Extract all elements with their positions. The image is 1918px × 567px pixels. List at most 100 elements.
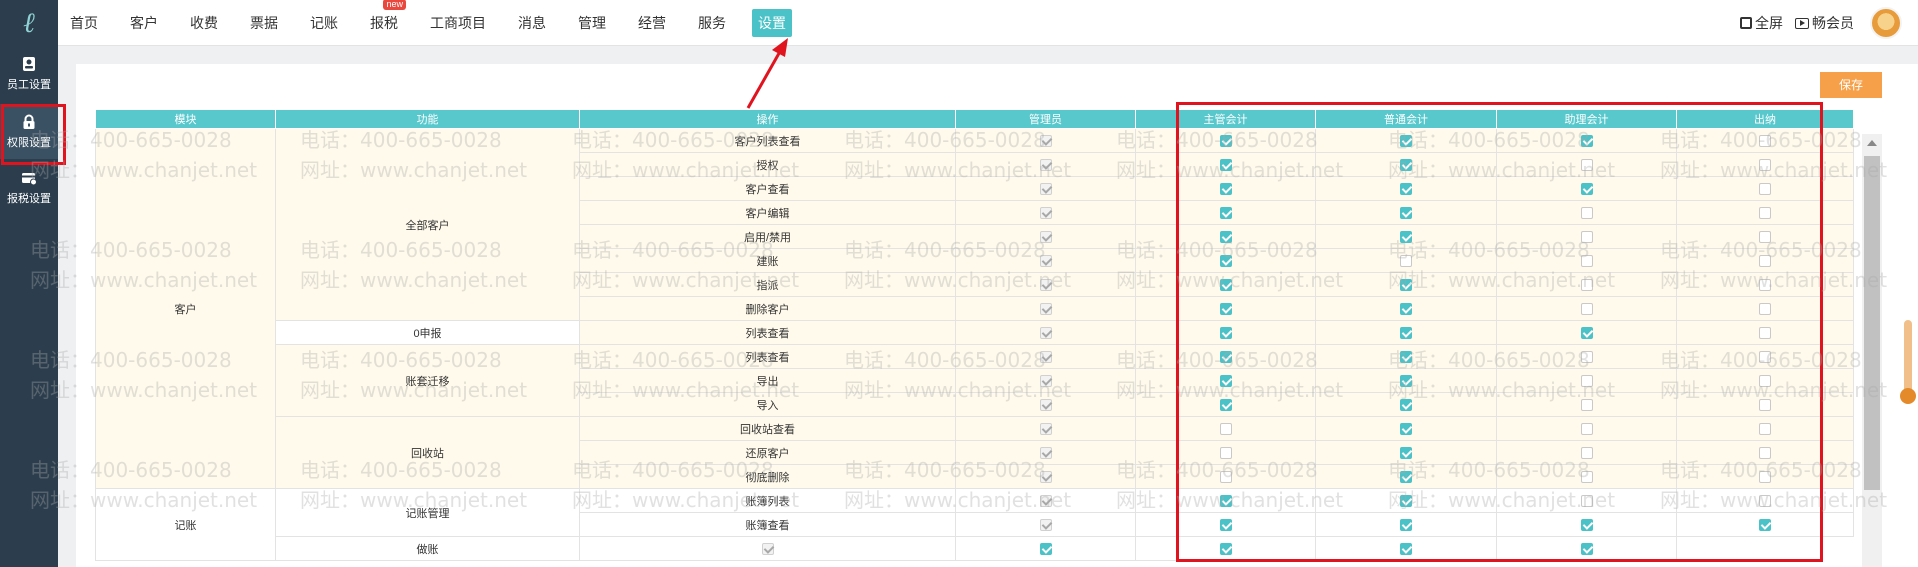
nav-tax-label: 报税	[370, 15, 398, 31]
operation-cell: 启用/禁用	[579, 224, 956, 249]
operation-cell: 导入	[579, 392, 956, 417]
admin-cell	[955, 176, 1136, 201]
new-badge: new	[383, 0, 406, 10]
highlight-box-sidebar	[1, 104, 66, 165]
chief-accountant-checkbox[interactable]	[1039, 542, 1052, 555]
admin-checkbox	[1039, 278, 1052, 291]
admin-checkbox	[1039, 326, 1052, 339]
admin-cell	[579, 536, 956, 561]
top-right-tools: 全屏 畅会员	[1728, 0, 1902, 46]
app-logo[interactable]: ℓ	[0, 0, 58, 46]
top-nav-bar: ℓ 首页 客户 收费 票据 记账 报税 new 工商项目 消息 管理 经营 服务 …	[0, 0, 1918, 46]
operation-cell: 删除客户	[579, 296, 956, 321]
operation-cell: 指派	[579, 272, 956, 297]
nav-operations[interactable]: 经营	[632, 9, 672, 37]
operation-cell: 彻底删除	[579, 464, 956, 489]
member-button[interactable]: 畅会员	[1795, 13, 1854, 33]
operation-cell: 授权	[579, 152, 956, 177]
scroll-thumb[interactable]	[1864, 156, 1880, 490]
admin-checkbox	[1039, 230, 1052, 243]
operation-cell: 还原客户	[579, 440, 956, 465]
admin-cell	[955, 320, 1136, 345]
admin-cell	[955, 248, 1136, 273]
operation-cell: 回收站查看	[579, 416, 956, 441]
admin-cell	[955, 272, 1136, 297]
admin-checkbox	[1039, 518, 1052, 531]
nav-home[interactable]: 首页	[64, 9, 104, 37]
admin-cell	[955, 344, 1136, 369]
table-scrollbar[interactable]	[1862, 134, 1882, 567]
nav-bookkeeping[interactable]: 记账	[304, 9, 344, 37]
nav-billing[interactable]: 收费	[184, 9, 224, 37]
operation-cell: 客户列表查看	[579, 128, 956, 153]
nav-messages[interactable]: 消息	[512, 9, 552, 37]
operation-cell: 做账	[275, 536, 580, 561]
fullscreen-icon	[1740, 17, 1752, 29]
operation-cell: 导出	[579, 368, 956, 393]
nav-receipts[interactable]: 票据	[244, 9, 284, 37]
admin-checkbox	[1039, 374, 1052, 387]
admin-checkbox	[1039, 182, 1052, 195]
video-play-icon	[1795, 17, 1809, 29]
admin-cell	[955, 200, 1136, 225]
admin-checkbox	[1039, 134, 1052, 147]
nav-customers[interactable]: 客户	[124, 9, 164, 37]
fullscreen-label: 全屏	[1755, 15, 1783, 31]
floating-side-widget[interactable]	[1900, 320, 1916, 404]
admin-checkbox	[1039, 422, 1052, 435]
user-avatar[interactable]	[1870, 7, 1902, 39]
sidebar-item-employee-settings[interactable]: 员工设置	[0, 46, 58, 101]
admin-cell	[955, 368, 1136, 393]
admin-checkbox	[1039, 470, 1052, 483]
admin-checkbox	[1039, 158, 1052, 171]
operation-cell: 列表查看	[579, 344, 956, 369]
operation-cell: 账簿列表	[579, 488, 956, 513]
col-header-module: 模块	[95, 109, 276, 129]
save-button[interactable]: 保存	[1820, 72, 1882, 98]
operation-cell: 客户编辑	[579, 200, 956, 225]
admin-cell	[955, 416, 1136, 441]
chief-accountant-cell	[955, 536, 1136, 561]
member-label: 畅会员	[1812, 15, 1854, 31]
function-cell: 0申报	[275, 320, 580, 345]
admin-cell	[955, 440, 1136, 465]
operation-cell: 建账	[579, 248, 956, 273]
main-nav: 首页 客户 收费 票据 记账 报税 new 工商项目 消息 管理 经营 服务 设置	[64, 0, 812, 46]
nav-settings[interactable]: 设置	[752, 9, 792, 37]
nav-business-projects[interactable]: 工商项目	[424, 9, 492, 37]
admin-cell	[955, 488, 1136, 513]
scroll-up-arrow-icon[interactable]	[1867, 140, 1877, 146]
admin-cell	[955, 392, 1136, 417]
operation-cell: 列表查看	[579, 320, 956, 345]
admin-cell	[955, 152, 1136, 177]
admin-checkbox	[1039, 302, 1052, 315]
sidebar-item-label: 报税设置	[7, 192, 51, 205]
fullscreen-button[interactable]: 全屏	[1740, 13, 1783, 33]
admin-cell	[955, 464, 1136, 489]
admin-checkbox	[1039, 446, 1052, 459]
sidebar-item-label: 员工设置	[7, 78, 51, 91]
module-cell: 记账	[95, 488, 276, 561]
admin-cell	[955, 128, 1136, 153]
col-header-admin: 管理员	[955, 109, 1136, 129]
admin-checkbox	[1039, 206, 1052, 219]
admin-cell	[955, 512, 1136, 537]
nav-management[interactable]: 管理	[572, 9, 612, 37]
function-cell: 回收站	[275, 416, 580, 489]
nav-services[interactable]: 服务	[692, 9, 732, 37]
admin-cell	[955, 224, 1136, 249]
admin-checkbox	[1039, 350, 1052, 363]
highlight-box-roles	[1176, 102, 1823, 562]
nav-tax[interactable]: 报税 new	[364, 0, 406, 37]
admin-checkbox	[761, 542, 774, 555]
admin-checkbox	[1039, 254, 1052, 267]
col-header-function: 功能	[275, 109, 580, 129]
tax-card-icon	[22, 172, 37, 185]
admin-checkbox	[1039, 398, 1052, 411]
admin-checkbox	[1039, 494, 1052, 507]
user-card-icon	[23, 56, 35, 71]
operation-cell: 客户查看	[579, 176, 956, 201]
module-cell: 客户	[95, 128, 276, 489]
admin-cell	[955, 296, 1136, 321]
sidebar-item-tax-settings[interactable]: 报税设置	[0, 160, 58, 215]
